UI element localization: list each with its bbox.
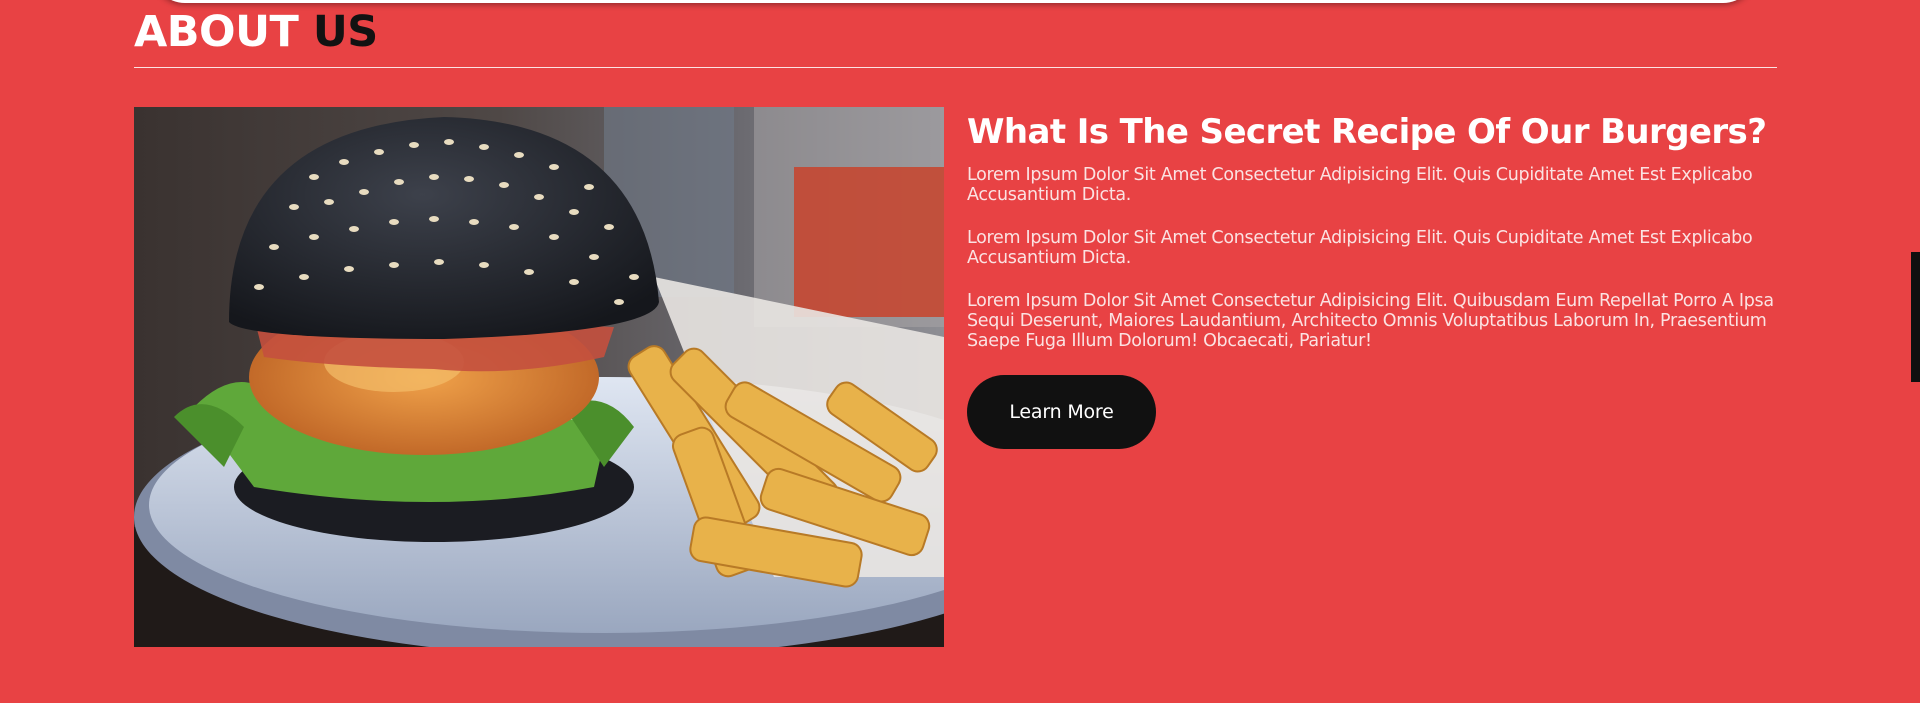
heading-main: ABOUT <box>134 7 299 57</box>
burger-photo-icon <box>134 107 944 647</box>
section-heading: ABOUT US <box>134 4 378 60</box>
learn-more-button[interactable]: Learn More <box>967 375 1156 449</box>
content-title: What Is The Secret Recipe Of Our Burgers… <box>967 112 1767 152</box>
paragraph-1: Lorem Ipsum Dolor Sit Amet Consectetur A… <box>967 165 1753 205</box>
header-bar <box>152 0 1756 3</box>
about-page: ABOUT US What Is The Secret Recipe Of Ou… <box>0 0 1920 703</box>
about-content: What Is The Secret Recipe Of Our Burgers… <box>967 108 1779 449</box>
scrollbar-thumb[interactable] <box>1911 252 1920 382</box>
heading-accent: US <box>312 7 378 57</box>
paragraph-2: Lorem Ipsum Dolor Sit Amet Consectetur A… <box>967 228 1753 268</box>
paragraph-3: Lorem Ipsum Dolor Sit Amet Consectetur A… <box>967 291 1774 351</box>
burger-image <box>134 107 944 647</box>
divider <box>134 67 1777 68</box>
